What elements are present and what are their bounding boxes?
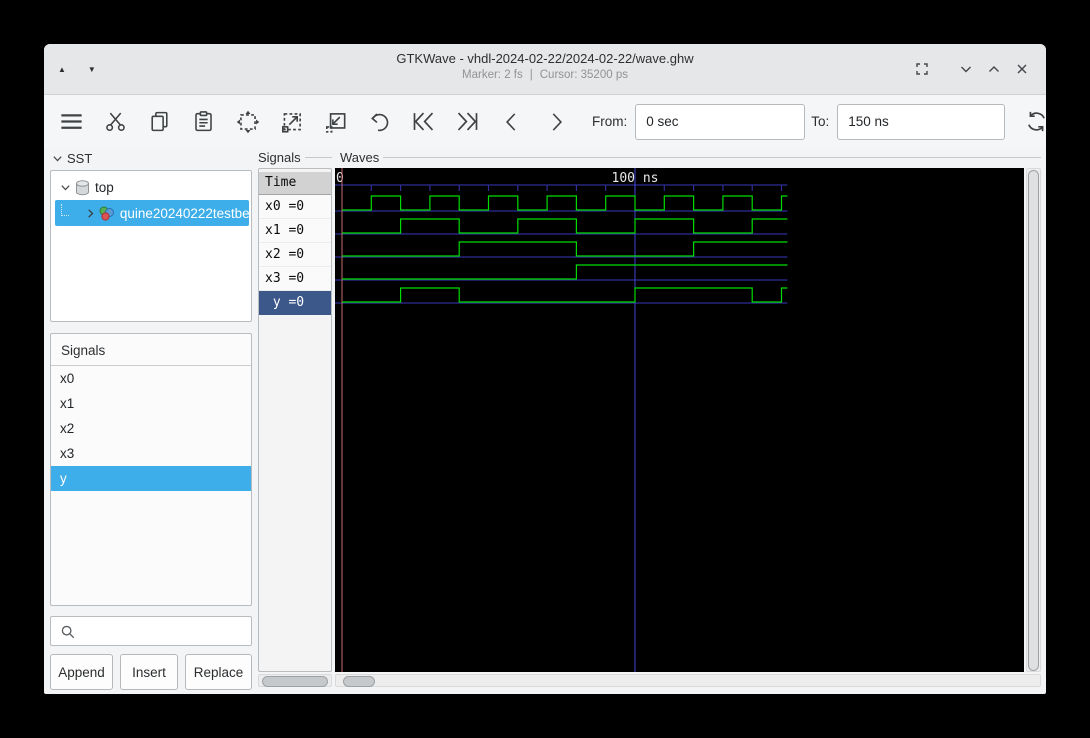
sst-section-header[interactable]: SST	[52, 149, 248, 167]
trace-row[interactable]: x3 =0	[259, 267, 331, 291]
trace-row[interactable]: x1 =0	[259, 219, 331, 243]
list-item[interactable]: x0	[51, 366, 251, 391]
chevron-right-icon	[552, 112, 562, 131]
from-label: From:	[592, 114, 628, 129]
undo-icon	[370, 112, 388, 131]
chevron-left-icon	[505, 112, 515, 131]
toolbar: From: To:	[44, 95, 1046, 148]
fast-forward-button[interactable]	[454, 108, 481, 135]
cursor-status: Cursor: 35200 ps	[539, 69, 628, 81]
status-line: Marker: 2 fs | Cursor: 35200 ps	[244, 68, 846, 83]
trace-names-panel: Time x0 =0 x1 =0 x2 =0 x3 =0 y =0	[258, 168, 332, 672]
cut-button[interactable]	[102, 108, 129, 135]
tree-item-top[interactable]: top	[51, 175, 251, 200]
signal-action-buttons: Append Insert Replace	[50, 654, 252, 690]
trace-row[interactable]: y =0	[259, 291, 331, 315]
sst-tree: top quine20240222testbench	[50, 170, 252, 322]
fullscreen-icon	[916, 63, 928, 75]
waves-hscrollbar[interactable]	[335, 674, 1041, 687]
skip-to-end-icon	[457, 112, 478, 131]
list-item[interactable]: y	[51, 466, 251, 491]
from-input[interactable]	[635, 103, 806, 140]
scrollbar-thumb[interactable]	[1028, 170, 1039, 671]
zoom-fit-icon	[236, 110, 259, 133]
fast-backward-button[interactable]	[410, 108, 437, 135]
frame-line	[304, 157, 332, 158]
signal-search-panel: Signals x0 x1 x2 x3 y	[50, 333, 252, 606]
undo-button[interactable]	[366, 108, 393, 135]
skip-to-start-icon	[413, 112, 434, 131]
zoom-out-icon	[325, 112, 345, 133]
tree-item-label: quine20240222testbench	[119, 205, 249, 221]
chevron-up-icon	[989, 66, 999, 72]
zoom-in-icon	[281, 112, 301, 133]
signal-search-input[interactable]	[50, 616, 252, 646]
sst-label: SST	[67, 150, 93, 166]
shade-up-icon[interactable]: ▲	[58, 65, 66, 74]
step-right-button[interactable]	[542, 108, 569, 135]
marker-status: Marker: 2 fs	[462, 69, 523, 81]
replace-button[interactable]: Replace	[185, 654, 252, 690]
tree-item-testbench[interactable]: quine20240222testbench	[55, 200, 249, 226]
zoom-in-button[interactable]	[278, 108, 305, 135]
svg-text:0: 0	[336, 171, 344, 186]
database-icon	[75, 179, 90, 196]
gtkwave-window: ▲ ▼ GTKWave - vhdl-2024-02-22/2024-02-22…	[44, 44, 1046, 694]
list-item[interactable]: x2	[51, 416, 251, 441]
reload-button[interactable]	[1023, 108, 1046, 135]
signals-frame-text: Signals	[258, 150, 301, 165]
maximize-button[interactable]	[980, 55, 1008, 83]
zoom-out-button[interactable]	[322, 108, 349, 135]
tree-connector	[61, 204, 69, 216]
trace-row[interactable]: x0 =0	[259, 195, 331, 219]
expander-right-icon[interactable]	[85, 208, 96, 219]
shade-down-icon[interactable]: ▼	[88, 65, 96, 74]
signals-list-header: Signals	[51, 334, 251, 366]
wave-canvas[interactable]: 0 100 ns	[335, 168, 1024, 672]
copy-icon	[151, 111, 168, 132]
search-icon	[61, 625, 75, 638]
paste-button[interactable]	[190, 108, 217, 135]
copy-button[interactable]	[146, 108, 173, 135]
reload-icon	[1028, 111, 1046, 132]
waves-frame-label: Waves	[340, 150, 1041, 165]
time-header[interactable]: Time	[259, 172, 331, 195]
scissors-icon	[106, 112, 125, 132]
chevron-down-icon	[53, 155, 62, 161]
step-left-button[interactable]	[498, 108, 525, 135]
zoom-fit-button[interactable]	[234, 108, 261, 135]
minimize-button[interactable]	[952, 55, 980, 83]
append-button[interactable]: Append	[50, 654, 113, 690]
insert-button[interactable]: Insert	[120, 654, 178, 690]
list-item[interactable]: x3	[51, 441, 251, 466]
waves-frame-text: Waves	[340, 150, 380, 165]
signals-frame-label: Signals	[258, 150, 332, 165]
fullscreen-button[interactable]	[908, 55, 936, 83]
trace-names-hscrollbar[interactable]	[258, 674, 332, 687]
clipboard-icon	[195, 111, 212, 132]
to-input[interactable]	[837, 103, 1006, 140]
tree-item-label: top	[95, 180, 114, 195]
trace-row[interactable]: x2 =0	[259, 243, 331, 267]
titlebar[interactable]: ▲ ▼ GTKWave - vhdl-2024-02-22/2024-02-22…	[44, 44, 1046, 95]
scrollbar-thumb[interactable]	[262, 676, 328, 687]
component-icon	[98, 205, 115, 222]
waves-vscrollbar[interactable]	[1026, 168, 1041, 672]
status-separator: |	[529, 69, 533, 81]
trace-rows: x0 =0 x1 =0 x2 =0 x3 =0 y =0	[259, 195, 331, 315]
menu-button[interactable]	[58, 108, 85, 135]
close-icon	[1017, 64, 1027, 74]
expander-down-icon[interactable]	[57, 182, 73, 193]
hamburger-icon	[61, 114, 82, 129]
frame-line	[383, 157, 1041, 158]
to-label: To:	[811, 114, 830, 129]
list-item[interactable]: x1	[51, 391, 251, 416]
close-button[interactable]	[1008, 55, 1036, 83]
scrollbar-thumb[interactable]	[343, 676, 375, 687]
window-title: GTKWave - vhdl-2024-02-22/2024-02-22/wav…	[396, 51, 694, 66]
chevron-down-icon	[961, 66, 971, 73]
signals-list: x0 x1 x2 x3 y	[51, 366, 251, 491]
